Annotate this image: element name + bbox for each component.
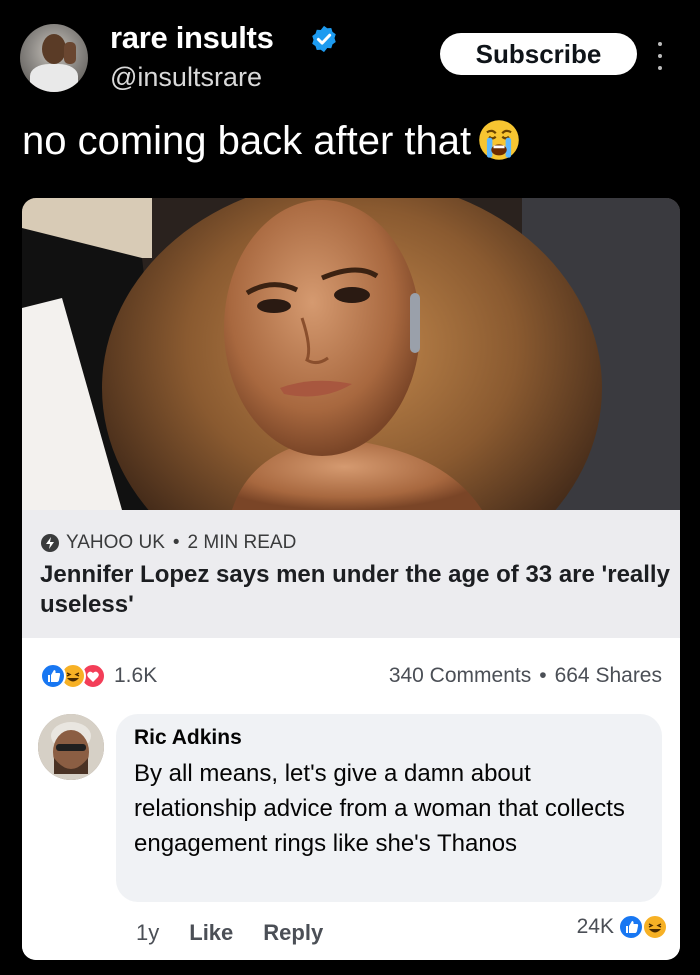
comments-count[interactable]: 340 Comments xyxy=(389,664,531,688)
haha-reaction-icon xyxy=(642,914,668,940)
comment-text: By all means, let's give a damn about re… xyxy=(134,760,625,857)
account-name[interactable]: rare insults xyxy=(110,20,274,56)
comment-age: 1y xyxy=(136,920,160,945)
article-source: YAHOO UK xyxy=(66,532,165,553)
comment-reactions[interactable]: 24K xyxy=(576,914,668,940)
comment-bubble[interactable]: Ric Adkins By all means, let's give a da… xyxy=(116,714,662,902)
article-read-time: 2 MIN READ xyxy=(187,532,297,553)
source-separator: • xyxy=(172,532,180,553)
more-dot xyxy=(658,42,662,46)
account-avatar[interactable] xyxy=(20,24,88,92)
article-photo[interactable] xyxy=(22,198,680,510)
subscribe-button[interactable]: Subscribe xyxy=(440,33,637,75)
like-reaction-icon xyxy=(618,914,644,940)
post-stats: 1.6K 340 Comments • 664 Shares xyxy=(40,662,662,692)
stats-separator: • xyxy=(539,664,547,687)
commenter-name[interactable]: Ric Adkins xyxy=(134,726,242,750)
article-source-row: YAHOO UK • 2 MIN READ xyxy=(40,532,296,554)
post-text: no coming back after that xyxy=(22,118,521,164)
verified-badge-icon xyxy=(312,25,336,53)
reactions-summary[interactable]: 1.6K xyxy=(40,662,157,690)
article-photo-illustration xyxy=(22,198,680,510)
more-dot xyxy=(658,54,662,58)
article-headline[interactable]: Jennifer Lopez says men under the age of… xyxy=(40,560,670,620)
avatar-shirt xyxy=(30,64,78,92)
facebook-post-footer: 1.6K 340 Comments • 664 Shares Ric Adkin… xyxy=(22,638,680,960)
like-comment-button[interactable]: Like xyxy=(189,920,233,946)
reactions-count: 1.6K xyxy=(114,664,158,687)
avatar-hand xyxy=(64,42,76,64)
crying-face-emoji-icon xyxy=(479,120,519,160)
more-options-icon[interactable] xyxy=(653,38,667,74)
shared-post-card[interactable]: YAHOO UK • 2 MIN READ Jennifer Lopez say… xyxy=(22,198,680,960)
source-icon xyxy=(41,534,59,552)
article-preview[interactable]: YAHOO UK • 2 MIN READ Jennifer Lopez say… xyxy=(22,510,680,638)
avatar-head xyxy=(42,34,66,64)
like-reaction-icon xyxy=(40,663,66,689)
post-text-content: no coming back after that xyxy=(22,119,472,163)
post-header: rare insults @insultsrare Subscribe xyxy=(0,0,700,110)
account-handle[interactable]: @insultsrare xyxy=(110,62,262,93)
reply-comment-button[interactable]: Reply xyxy=(263,920,323,946)
shares-count[interactable]: 664 Shares xyxy=(555,664,662,688)
more-dot xyxy=(658,66,662,70)
engagement-counts: 340 Comments • 664 Shares xyxy=(389,662,662,690)
comment-reactions-count: 24K xyxy=(576,915,614,938)
comment-actions: 1y Like Reply xyxy=(136,920,353,946)
commenter-avatar[interactable] xyxy=(38,714,104,780)
